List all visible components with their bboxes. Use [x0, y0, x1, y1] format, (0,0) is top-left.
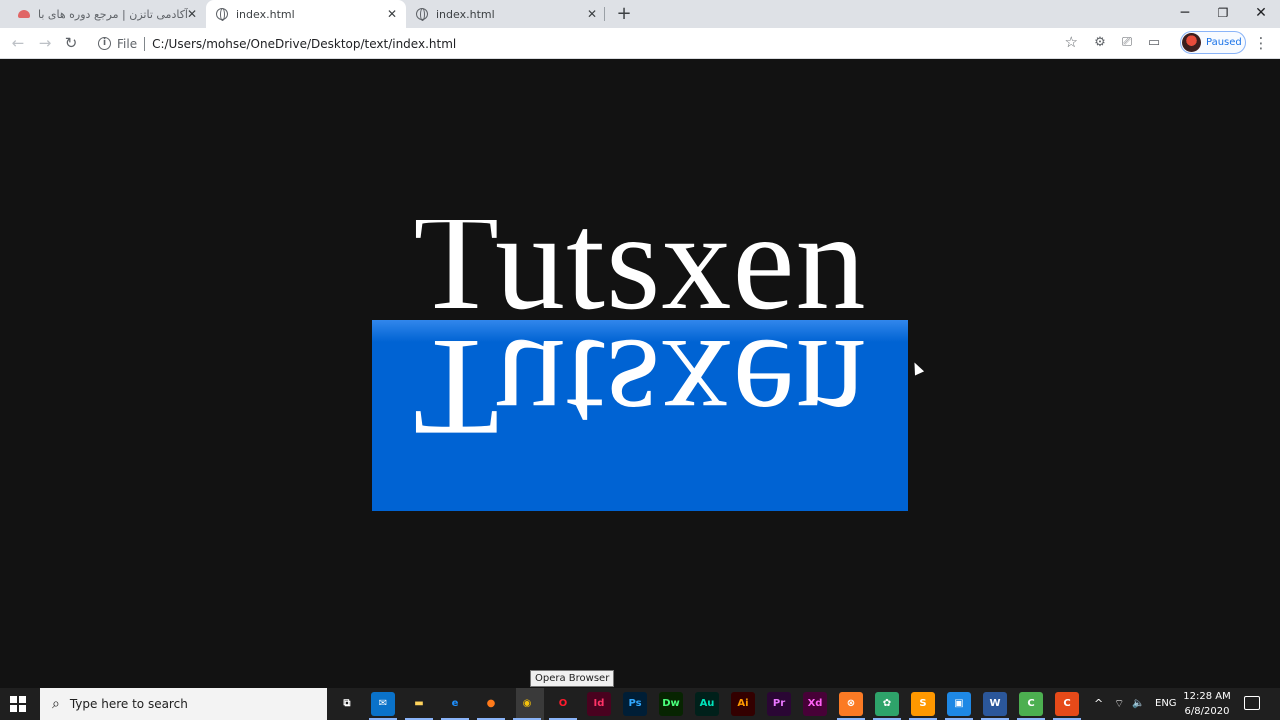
indesign-icon[interactable]: Id: [587, 692, 611, 716]
extension-gear-icon[interactable]: ⚙: [1092, 35, 1108, 51]
xd-icon[interactable]: Xd: [803, 692, 827, 716]
reload-button[interactable]: ↻: [60, 32, 82, 54]
tab-title: index.html: [236, 7, 295, 21]
tab-index[interactable]: index.html ✕: [406, 0, 606, 28]
headline-text: Tutsxen: [372, 220, 908, 320]
opera-icon[interactable]: O: [551, 692, 575, 716]
firefox-icon[interactable]: ●: [479, 692, 503, 716]
mail-icon[interactable]: ✉: [371, 692, 395, 716]
tab-title: آکادمی تاتزن | مرجع دوره های با ک: [38, 7, 188, 21]
profile-button[interactable]: Paused: [1180, 31, 1246, 54]
edge-icon[interactable]: e: [443, 692, 467, 716]
language-indicator[interactable]: ENG: [1155, 688, 1177, 720]
avatar: [1182, 33, 1201, 52]
tab-index-active[interactable]: index.html ✕: [206, 0, 406, 28]
new-tab-button[interactable]: +: [614, 4, 634, 24]
address-bar[interactable]: i File C:/Users/mohse/OneDrive/Desktop/t…: [90, 31, 1084, 56]
volume-icon[interactable]: 🔈: [1132, 688, 1144, 720]
sublime-icon[interactable]: S: [911, 692, 935, 716]
page-viewport: Tutsxen Tutsxen: [0, 60, 1280, 688]
chrome-icon[interactable]: ◉: [515, 692, 539, 716]
tab-title: index.html: [436, 7, 495, 21]
bookmark-star-icon[interactable]: ☆: [1065, 33, 1078, 51]
mirrored-word: Tutsxen: [413, 320, 867, 465]
maximize-button[interactable]: ❐: [1204, 0, 1242, 28]
reflection-highlight: [372, 320, 908, 342]
audition-icon[interactable]: Au: [695, 692, 719, 716]
file-explorer-icon[interactable]: ▬: [407, 692, 431, 716]
windows-taskbar: ⌕ Type here to search ⧉ ✉ ▬ e ● ◉ O Id Ps Dw Au Ai P…: [0, 688, 1280, 720]
dreamweaver-icon[interactable]: Dw: [659, 692, 683, 716]
taskbar-tooltip: Opera Browser: [530, 670, 615, 687]
green-app-icon[interactable]: ✿: [875, 692, 899, 716]
premiere-icon[interactable]: Pr: [767, 692, 791, 716]
cast-icon[interactable]: ⎚: [1119, 35, 1135, 51]
blue-app-icon[interactable]: ▣: [947, 692, 971, 716]
search-placeholder: Type here to search: [69, 697, 188, 711]
taskbar-search-box[interactable]: ⌕ Type here to search: [40, 688, 327, 720]
profile-status: Paused: [1206, 37, 1242, 48]
illustrator-icon[interactable]: Ai: [731, 692, 755, 716]
clock-time: 12:28 AM: [1183, 691, 1231, 702]
minimize-button[interactable]: ─: [1166, 0, 1204, 28]
tab-divider: [604, 7, 605, 21]
close-icon[interactable]: ✕: [584, 6, 600, 22]
close-window-button[interactable]: ✕: [1242, 0, 1280, 28]
menu-dots-icon[interactable]: ⋮: [1252, 32, 1270, 54]
notifications-icon[interactable]: [1244, 696, 1260, 710]
media-icon[interactable]: ▭: [1146, 35, 1162, 51]
browser-tab-strip: آکادمی تاتزن | مرجع دوره های با ک ✕ inde…: [0, 0, 1280, 28]
camtasia-icon[interactable]: C: [1019, 692, 1043, 716]
word-icon[interactable]: W: [983, 692, 1007, 716]
scheme-label: File: [117, 36, 138, 51]
globe-icon: [416, 8, 428, 21]
forward-button[interactable]: →: [34, 32, 56, 54]
globe-icon: [216, 8, 228, 21]
back-button[interactable]: ←: [7, 32, 29, 54]
task-view-icon[interactable]: ⧉: [335, 692, 359, 716]
url-text[interactable]: C:/Users/mohse/OneDrive/Desktop/text/ind…: [152, 37, 456, 51]
tab-tutsxen-academy[interactable]: آکادمی تاتزن | مرجع دوره های با ک ✕: [8, 0, 206, 28]
search-icon: ⌕: [52, 696, 60, 712]
tutsxen-red-icon: [18, 8, 30, 20]
reflection-box: Tutsxen: [372, 320, 908, 511]
close-icon[interactable]: ✕: [184, 6, 200, 22]
tray-chevron-icon[interactable]: ^: [1094, 688, 1103, 720]
address-divider: [144, 36, 146, 51]
info-icon[interactable]: i: [98, 37, 111, 50]
windows-start-icon[interactable]: [10, 696, 26, 712]
headline-word: Tutsxen: [413, 220, 867, 320]
xampp-icon[interactable]: ⊗: [839, 692, 863, 716]
red-app-icon[interactable]: C: [1055, 692, 1079, 716]
network-icon[interactable]: ⌔: [1114, 688, 1124, 720]
clock-date: 6/8/2020: [1184, 706, 1230, 717]
reflection-demo: Tutsxen Tutsxen: [372, 220, 908, 511]
photoshop-icon[interactable]: Ps: [623, 692, 647, 716]
close-icon[interactable]: ✕: [384, 6, 400, 22]
taskbar-clock[interactable]: 12:28 AM 6/8/2020: [1176, 689, 1238, 719]
browser-toolbar: ← → ↻ i File C:/Users/mohse/OneDrive/Des…: [0, 28, 1280, 59]
